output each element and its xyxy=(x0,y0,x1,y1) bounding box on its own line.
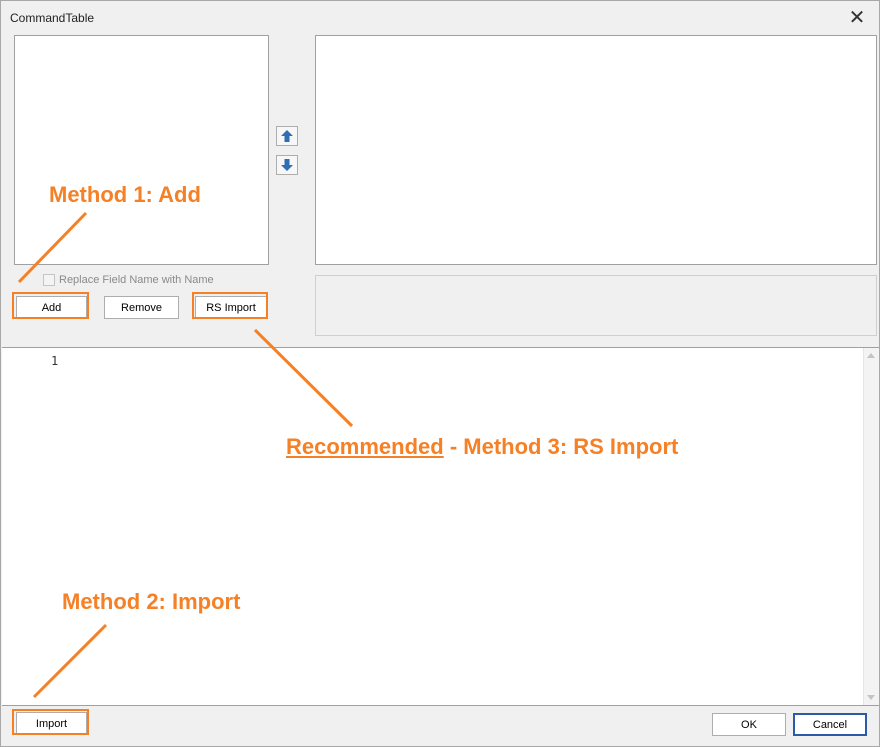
annotation-method3: Recommended - Method 3: RS Import xyxy=(286,434,678,460)
annotation-method2: Method 2: Import xyxy=(62,589,241,614)
annotation-recommended: Recommended xyxy=(286,434,444,459)
annotation-method3-text: - Method 3: RS Import xyxy=(443,434,679,459)
annotation-line-import xyxy=(32,623,108,699)
annotation-line-rs-import xyxy=(253,328,354,428)
annotation-method1: Method 1: Add xyxy=(49,182,201,207)
annotation-line-add xyxy=(17,211,88,284)
annotation-arrows xyxy=(17,211,354,699)
